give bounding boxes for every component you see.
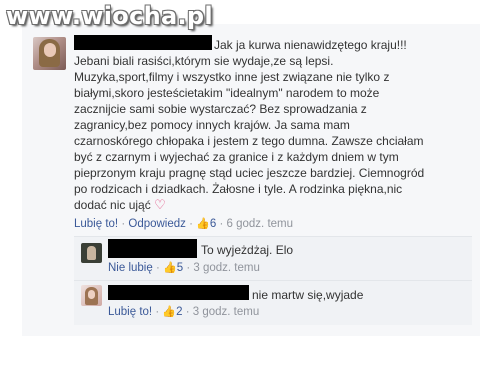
comment-body: Jebani biali rasiści,którym sie wydaje,z… bbox=[74, 53, 472, 214]
avatar[interactable] bbox=[33, 37, 66, 70]
comment-first-line: Jak ja kurwa nienawidzętego kraju!!! bbox=[214, 38, 407, 52]
redacted-author-name bbox=[74, 35, 212, 50]
heart-icon: ♡ bbox=[154, 198, 166, 213]
unlike-link[interactable]: Nie lubię bbox=[108, 262, 153, 274]
avatar-face bbox=[88, 290, 95, 299]
reply-actions: Nie lubię · 👍5 · 3 godz. temu bbox=[108, 261, 260, 275]
separator: · bbox=[155, 262, 160, 274]
like-link[interactable]: Lubię to! bbox=[108, 306, 152, 318]
like-count[interactable]: 5 bbox=[177, 262, 183, 274]
thumbs-up-icon: 👍 bbox=[163, 261, 177, 274]
separator: · bbox=[185, 306, 190, 318]
reply-avatar[interactable] bbox=[81, 243, 102, 263]
reply-link[interactable]: Odpowiedz bbox=[128, 218, 186, 230]
comment-actions: Lubię to! · Odpowiedz · 👍6 · 6 godz. tem… bbox=[74, 217, 293, 231]
timestamp[interactable]: 3 godz. temu bbox=[193, 306, 259, 318]
separator: · bbox=[189, 218, 193, 230]
avatar-figure bbox=[87, 246, 96, 260]
like-link[interactable]: Lubię to! bbox=[74, 218, 118, 230]
redacted-author-name bbox=[108, 239, 197, 258]
avatar-face bbox=[44, 43, 56, 57]
separator: · bbox=[121, 218, 126, 230]
thumbs-up-icon: 👍 bbox=[196, 217, 210, 230]
comment-body-text: Jebani biali rasiści,którym sie wydaje,z… bbox=[74, 54, 425, 212]
reply-actions: Lubię to! · 👍2 · 3 godz. temu bbox=[108, 305, 259, 319]
thumbs-up-icon: 👍 bbox=[162, 305, 177, 318]
reply-text: nie martw się,wyjade bbox=[252, 288, 364, 302]
separator: · bbox=[219, 218, 224, 230]
separator: · bbox=[186, 262, 191, 274]
like-count[interactable]: 6 bbox=[210, 218, 216, 230]
separator: · bbox=[155, 306, 160, 318]
reply-avatar[interactable] bbox=[81, 285, 102, 306]
like-count[interactable]: 2 bbox=[176, 306, 182, 318]
reply-text: To wyjeżdżaj. Elo bbox=[201, 243, 294, 257]
redacted-author-name bbox=[108, 285, 249, 300]
timestamp[interactable]: 3 godz. temu bbox=[193, 262, 259, 274]
timestamp[interactable]: 6 godz. temu bbox=[227, 218, 293, 230]
site-watermark: www.wiocha.pl bbox=[6, 2, 213, 30]
